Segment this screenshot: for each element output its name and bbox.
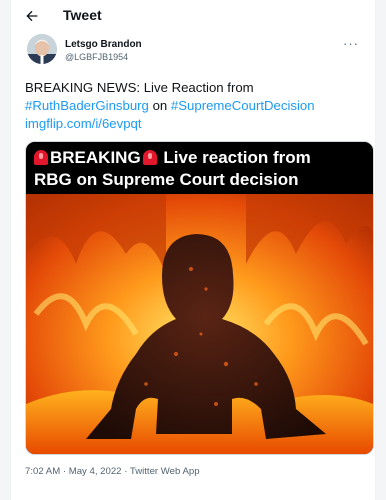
author-handle[interactable]: @LGBFJB1954 xyxy=(65,52,128,62)
siren-icon xyxy=(142,150,157,165)
meme-caption: BREAKING Live reaction from RBG on Supre… xyxy=(26,142,373,194)
page-title: Tweet xyxy=(63,7,102,23)
tweet-media-image[interactable]: BREAKING Live reaction from RBG on Supre… xyxy=(25,141,374,455)
siren-icon xyxy=(34,150,48,165)
tweet-timestamp[interactable]: 7:02 AM · May 4, 2022 · Twitter Web App xyxy=(25,466,200,477)
more-options-icon[interactable]: ··· xyxy=(343,36,359,51)
tweet-header: Tweet xyxy=(11,0,375,32)
hashtag-link-rbg[interactable]: #RuthBaderGinsburg xyxy=(25,98,149,113)
meme-line1-rest: Live reaction from xyxy=(158,148,311,167)
hashtag-link-scotus[interactable]: #SupremeCourtDecision xyxy=(171,98,315,113)
meme-breaking-word: BREAKING xyxy=(50,148,141,167)
meme-line2: RBG on Supreme Court decision xyxy=(34,170,299,189)
tweet-text-on: on xyxy=(152,98,168,113)
fire-figure-illustration xyxy=(26,194,373,454)
tweet-panel: Tweet Letsgo Brandon @LGBFJB1954 ··· BRE… xyxy=(10,0,376,500)
tweet-url-link[interactable]: imgflip.com/i/6evpqt xyxy=(25,116,142,131)
avatar-image xyxy=(27,34,57,64)
tweet-text-line1: BREAKING NEWS: Live Reaction from xyxy=(25,80,254,95)
avatar[interactable] xyxy=(27,34,57,64)
author-name[interactable]: Letsgo Brandon xyxy=(65,39,142,50)
back-arrow-icon[interactable] xyxy=(23,8,41,24)
tweet-text: BREAKING NEWS: Live Reaction from #RuthB… xyxy=(25,79,371,133)
